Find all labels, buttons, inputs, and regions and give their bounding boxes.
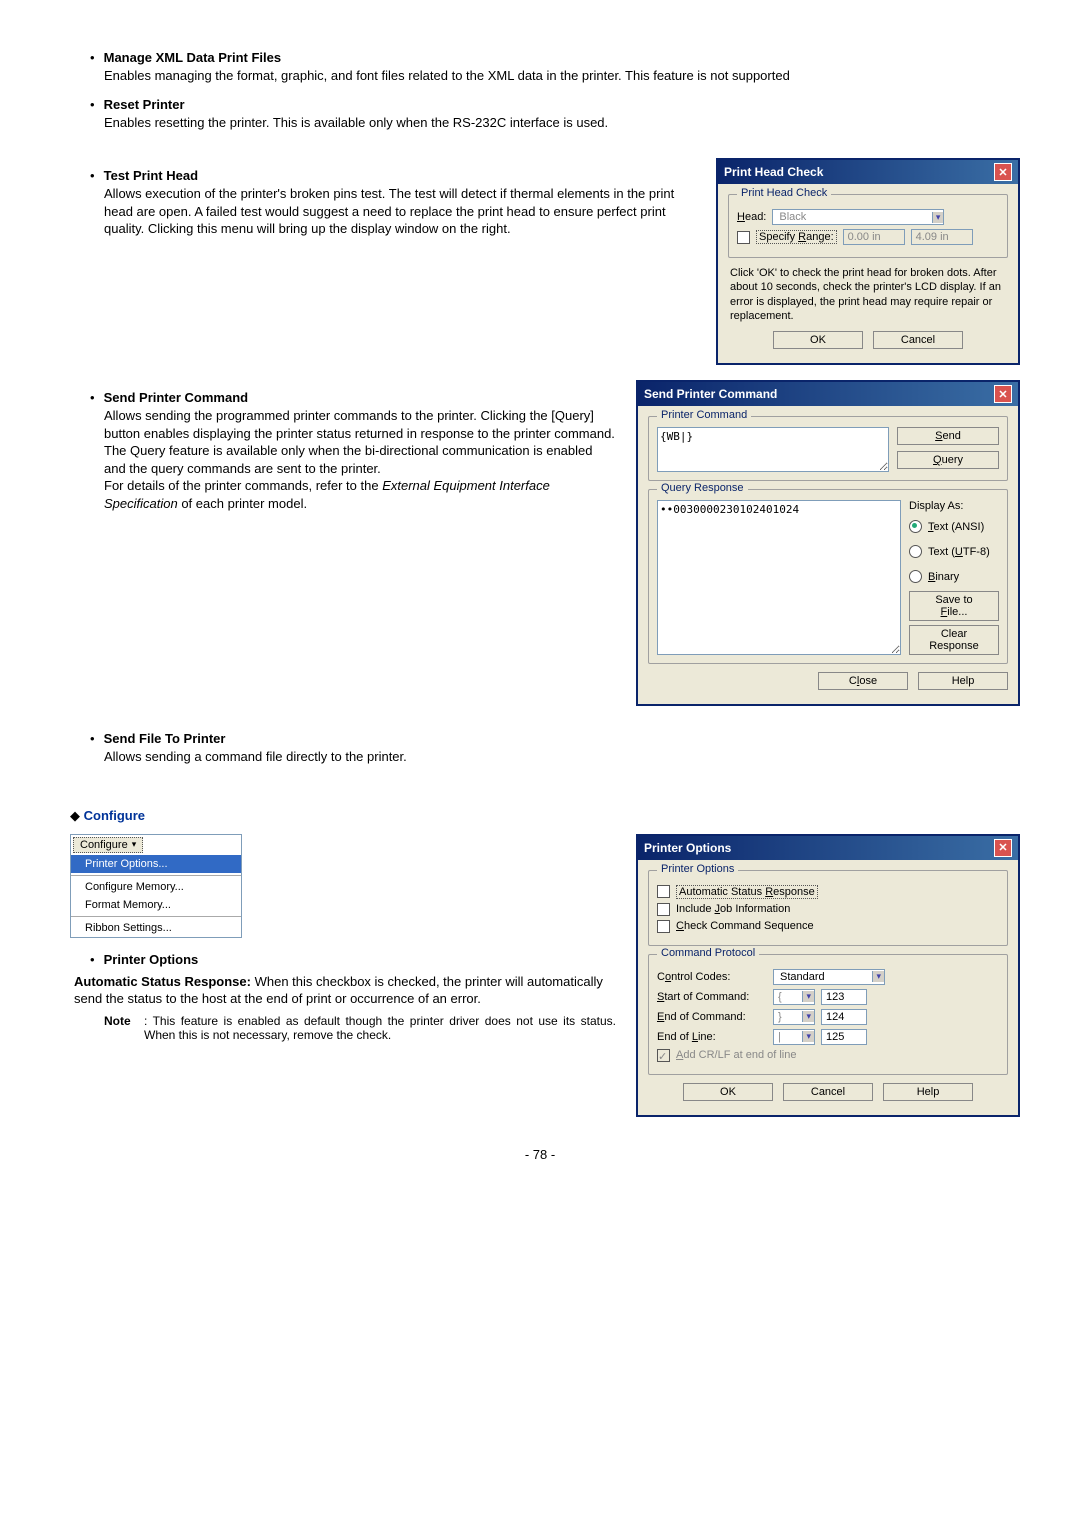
label-end: End of Command: <box>657 1011 767 1023</box>
end-char-combo: }▾ <box>773 1009 815 1025</box>
check-asr[interactable] <box>657 885 670 898</box>
display-as-label: Display As: <box>909 500 999 512</box>
dlg-head-title: Print Head Check <box>724 165 823 179</box>
cancel-button[interactable]: Cancel <box>783 1083 873 1101</box>
send-cmd-body: Allows sending the programmed printer co… <box>104 407 616 512</box>
help-button[interactable]: Help <box>883 1083 973 1101</box>
printer-options-dialog: Printer Options ✕ Printer Options Automa… <box>636 834 1020 1117</box>
end-value[interactable]: 124 <box>821 1009 867 1025</box>
start-char-combo: {▾ <box>773 989 815 1005</box>
send-button[interactable]: Send <box>897 427 999 445</box>
asr-body: Automatic Status Response: When this che… <box>74 973 616 1008</box>
resp-textarea[interactable] <box>657 500 901 655</box>
menu-ribbon-settings[interactable]: Ribbon Settings... <box>71 919 241 937</box>
send-file-title: Send File To Printer <box>104 731 226 746</box>
control-codes-combo[interactable]: Standard ▾ <box>773 969 885 985</box>
radio-ansi[interactable] <box>909 520 922 533</box>
send-printer-command-dialog: Send Printer Command ✕ Printer Command S… <box>636 380 1020 706</box>
specify-range-label: Specify Range: <box>756 230 837 244</box>
ok-button[interactable]: OK <box>683 1083 773 1101</box>
dlg-opts-title: Printer Options <box>644 841 731 855</box>
radio-binary[interactable] <box>909 570 922 583</box>
save-to-file-button[interactable]: Save to File... <box>909 591 999 621</box>
range-from: 0.00 in <box>843 229 905 245</box>
dlg-head-group: Print Head Check <box>737 187 831 199</box>
reset-printer-title: Reset Printer <box>104 97 185 112</box>
menu-format-memory[interactable]: Format Memory... <box>71 896 241 914</box>
range-to: 4.09 in <box>911 229 973 245</box>
group-protocol: Command Protocol <box>657 947 759 959</box>
note-body: : This feature is enabled as default tho… <box>144 1014 616 1042</box>
send-file-body: Allows sending a command file directly t… <box>104 748 1020 766</box>
note-label: Note <box>104 1014 144 1042</box>
close-icon[interactable]: ✕ <box>994 163 1012 181</box>
ok-button[interactable]: OK <box>773 331 863 349</box>
menu-configure-memory[interactable]: Configure Memory... <box>71 878 241 896</box>
cancel-button[interactable]: Cancel <box>873 331 963 349</box>
dlg-head-desc: Click 'OK' to check the print head for b… <box>730 266 1006 323</box>
printer-options-title: Printer Options <box>104 952 199 967</box>
specify-range-check[interactable] <box>737 231 750 244</box>
head-value: Black <box>773 210 812 224</box>
reset-printer-body: Enables resetting the printer. This is a… <box>104 114 1020 132</box>
chevron-down-icon: ▾ <box>932 212 944 223</box>
group-resp: Query Response <box>657 482 748 494</box>
label-control-codes: Control Codes: <box>657 971 767 983</box>
label-start: Start of Command: <box>657 991 767 1003</box>
close-icon[interactable]: ✕ <box>994 385 1012 403</box>
help-button[interactable]: Help <box>918 672 1008 690</box>
label-asr: Automatic Status Response <box>676 885 818 899</box>
test-head-title: Test Print Head <box>104 168 198 183</box>
manage-xml-body: Enables managing the format, graphic, an… <box>104 67 1020 85</box>
clear-response-button[interactable]: Clear Response <box>909 625 999 655</box>
head-label: Head: <box>737 211 766 223</box>
label-job-info: Include Job Information <box>676 903 790 915</box>
configure-header: Configure <box>84 808 145 823</box>
close-icon[interactable]: ✕ <box>994 839 1012 857</box>
menu-printer-options[interactable]: Printer Options... <box>71 855 241 873</box>
label-cmd-seq: Check Command Sequence <box>676 920 814 932</box>
configure-menu: Configure▾ Printer Options... Configure … <box>70 834 242 938</box>
manage-xml-title: Manage XML Data Print Files <box>104 50 281 65</box>
eol-char-combo: |▾ <box>773 1029 815 1045</box>
head-combo[interactable]: Black ▾ <box>772 209 944 225</box>
group-printer-options: Printer Options <box>657 863 738 875</box>
group-cmd: Printer Command <box>657 409 751 421</box>
send-cmd-title: Send Printer Command <box>104 390 248 405</box>
print-head-check-dialog: Print Head Check ✕ Print Head Check Head… <box>716 158 1020 365</box>
test-head-body: Allows execution of the printer's broken… <box>104 185 696 238</box>
check-job-info[interactable] <box>657 903 670 916</box>
radio-utf8[interactable] <box>909 545 922 558</box>
close-button[interactable]: Close <box>818 672 908 690</box>
cmd-textarea[interactable] <box>657 427 889 472</box>
check-crlf: ✓ <box>657 1049 670 1062</box>
query-button[interactable]: Query <box>897 451 999 469</box>
label-eol: End of Line: <box>657 1031 767 1043</box>
dlg-send-title: Send Printer Command <box>644 387 777 401</box>
start-value[interactable]: 123 <box>821 989 867 1005</box>
eol-value[interactable]: 125 <box>821 1029 867 1045</box>
chevron-down-icon: ▾ <box>132 839 137 850</box>
chevron-down-icon: ▾ <box>872 971 884 982</box>
check-cmd-seq[interactable] <box>657 920 670 933</box>
label-crlf: Add CR/LF at end of line <box>676 1049 796 1061</box>
page-number: - 78 - <box>60 1147 1020 1162</box>
menu-header[interactable]: Configure▾ <box>73 837 143 853</box>
